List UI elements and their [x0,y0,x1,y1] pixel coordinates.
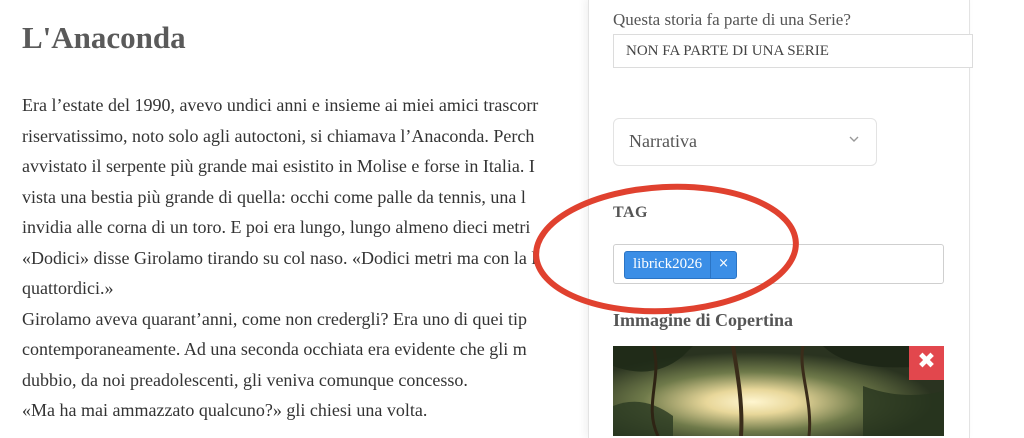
series-label: Questa storia fa parte di una Serie? [613,10,851,29]
tag-input[interactable]: librick2026 × [613,244,944,284]
story-line: avvistato il serpente più grande mai esi… [22,156,535,176]
cover-image [613,346,944,436]
series-select[interactable]: NON FA PARTE DI UNA SERIE [613,34,973,68]
story-settings-panel: Questa storia fa parte di una Serie? NON… [588,0,973,438]
cover-remove-button[interactable]: ✖ [909,346,944,380]
story-text: Era l’estate del 1990, avevo undici anni… [22,90,622,426]
cover-image-label: Immagine di Copertina [613,310,793,330]
chevron-down-icon [849,136,859,142]
tag-chip-label: librick2026 [633,256,703,272]
story-title: L'Anaconda [22,20,186,55]
tag-label: TAG [613,204,648,221]
story-line: Girolamo aveva quarant’anni, come non cr… [22,308,527,329]
story-line: dubbio, da noi preadolescenti, gli veniv… [22,369,468,390]
story-line: riservatissimo, noto solo agli autoctoni… [22,125,535,146]
story-line: «Ma ha mai ammazzato qualcuno?» gli chie… [22,400,428,420]
tag-chip: librick2026 × [624,251,738,279]
story-line: vista una bestia più grande di quella: o… [22,186,526,207]
story-line: «Dodici» disse Girolamo tirando su col n… [22,247,537,268]
story-line: contemporaneamente. Ad una seconda occhi… [22,339,527,359]
genre-select[interactable]: Narrativa [613,118,877,166]
story-line: Era l’estate del 1990, avevo undici anni… [22,95,539,115]
genre-select-value: Narrativa [629,131,697,151]
tag-remove-button[interactable]: × [710,252,736,278]
story-line: quattordici.» [22,278,114,298]
story-line: invidia alle corna di un toro. E poi era… [22,217,531,237]
